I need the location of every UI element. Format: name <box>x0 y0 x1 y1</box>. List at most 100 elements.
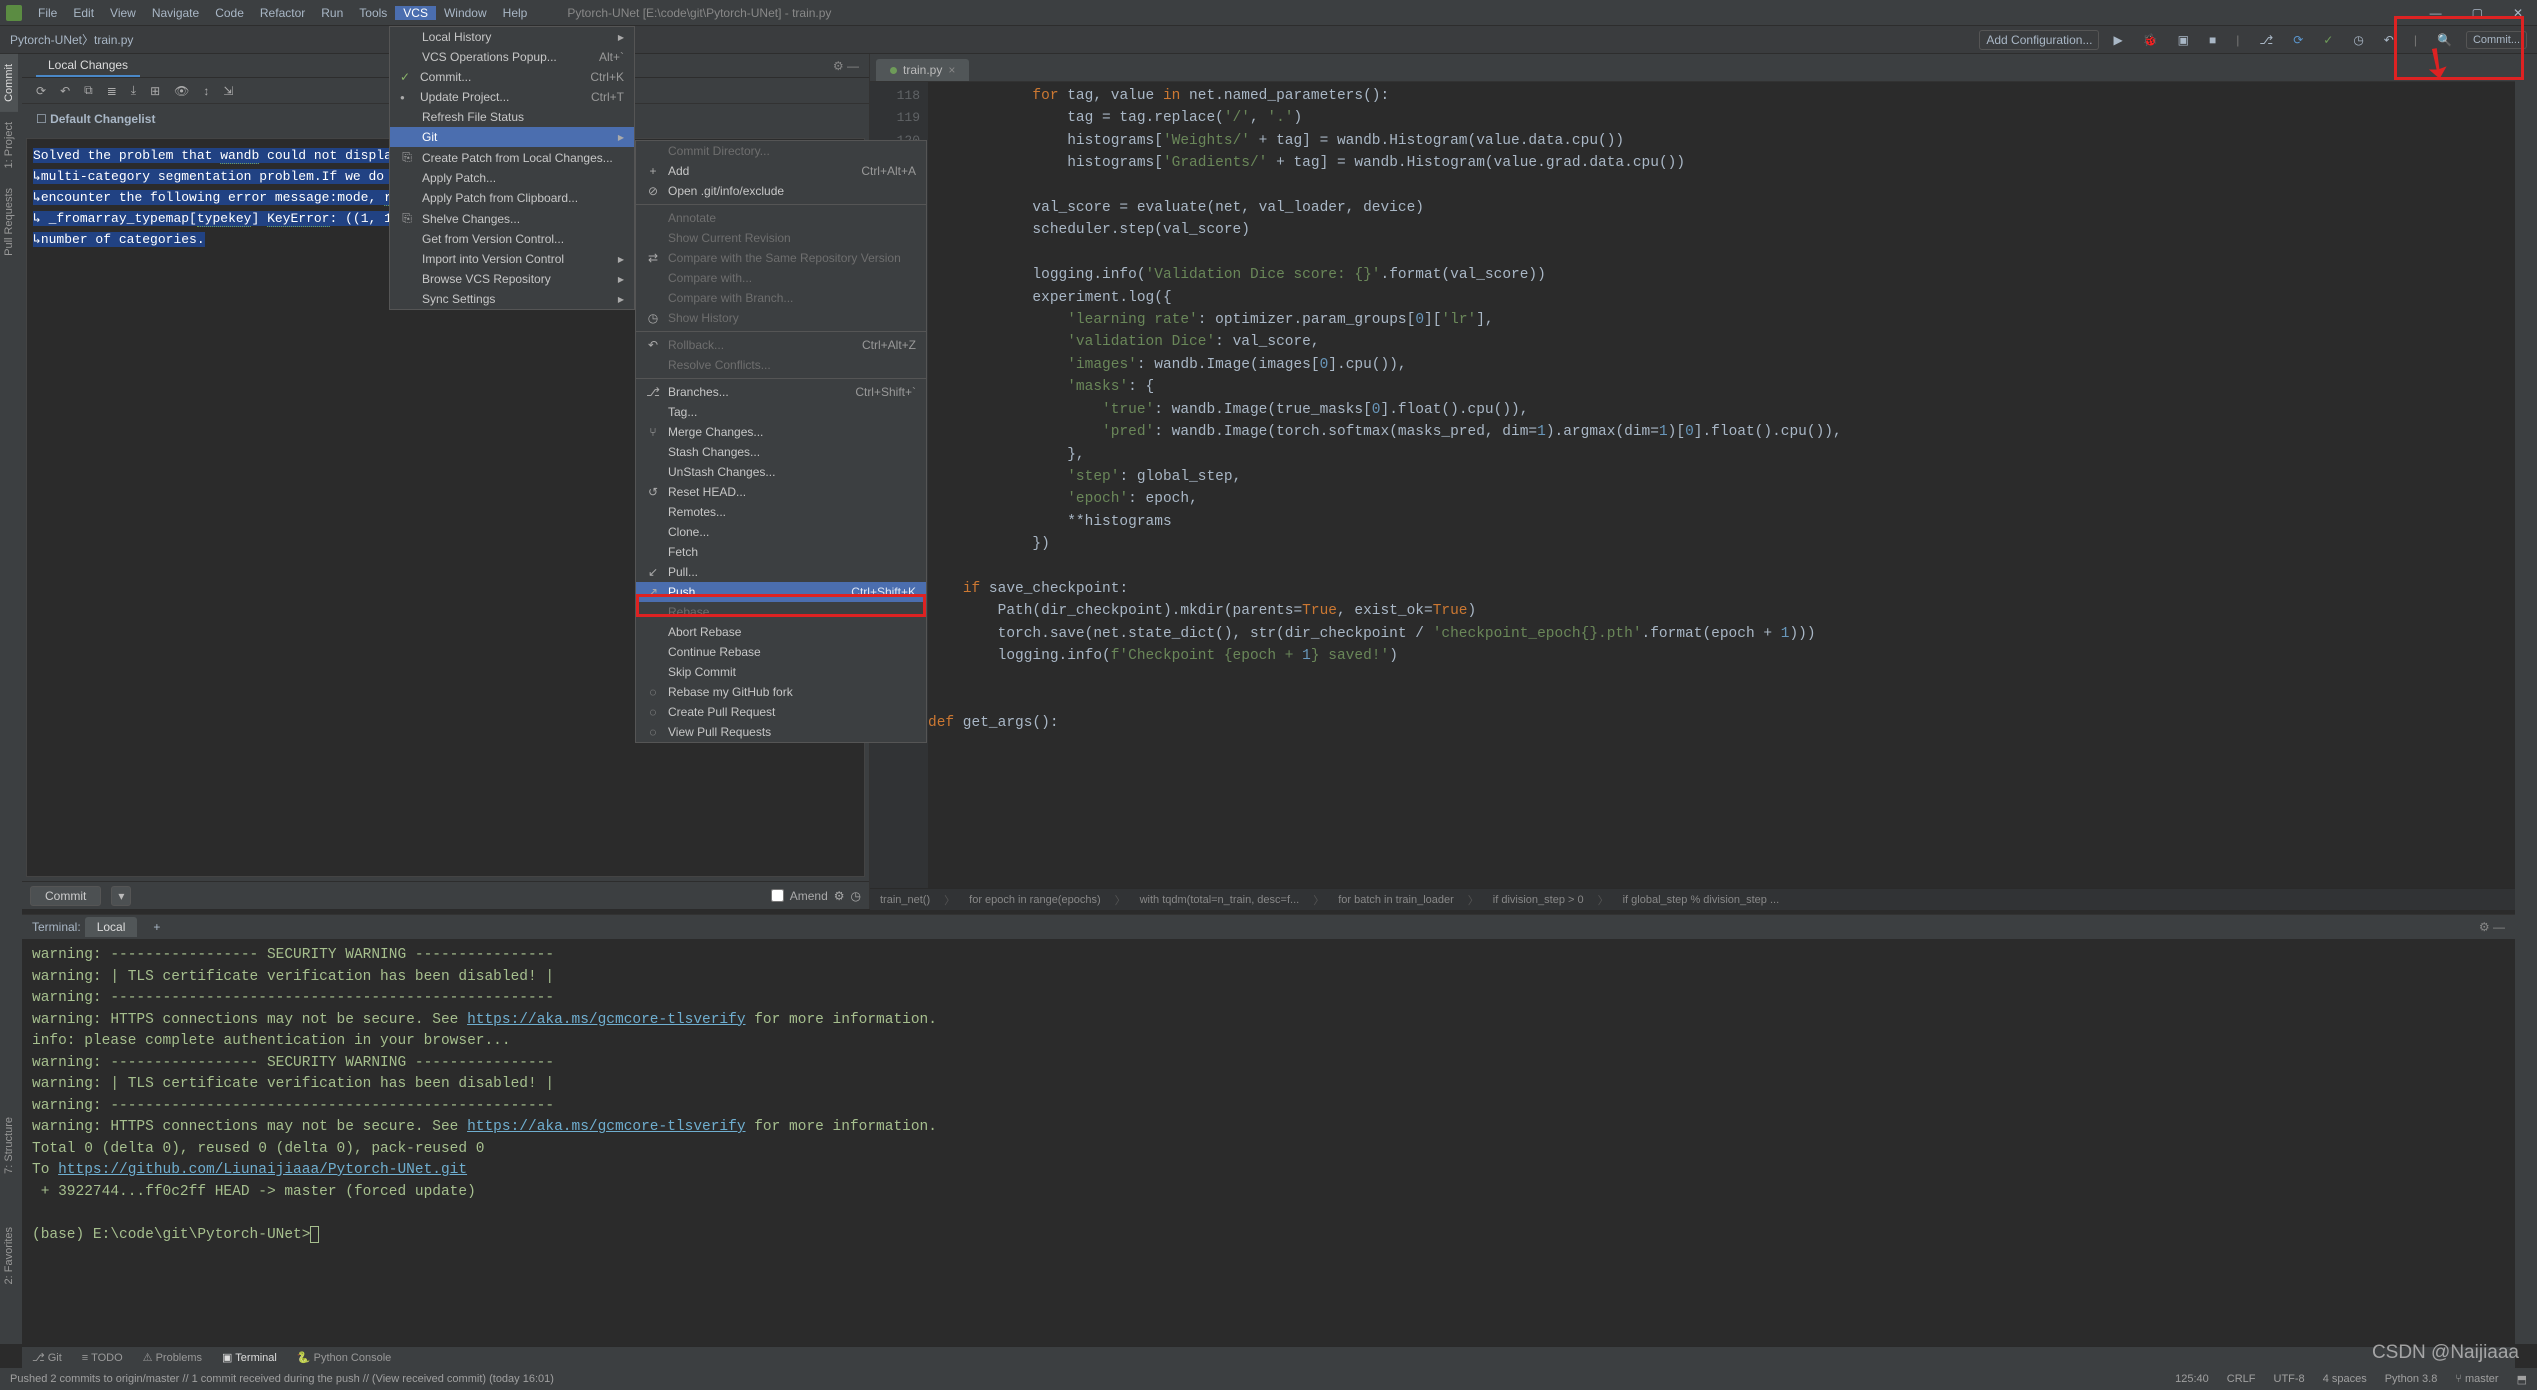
menuitem-add[interactable]: +AddCtrl+Alt+A <box>636 161 926 181</box>
toolwin-todo[interactable]: ≡ TODO <box>82 1352 123 1364</box>
terminal-gear-icon[interactable]: ⚙ — <box>2479 920 2515 934</box>
terminal-tab-add[interactable]: + <box>141 917 172 937</box>
commit-icon[interactable]: ✓ <box>2317 31 2339 49</box>
amend-checkbox[interactable] <box>771 889 784 902</box>
menuitem-git[interactable]: Git <box>390 127 634 147</box>
history-small-icon[interactable]: ◷ <box>851 889 861 903</box>
menuitem-tag[interactable]: Tag... <box>636 402 926 422</box>
menuitem-refresh-file-status[interactable]: Refresh File Status <box>390 107 634 127</box>
menuitem-stash-changes[interactable]: Stash Changes... <box>636 442 926 462</box>
diff-icon[interactable]: ⧉ <box>84 83 93 98</box>
minimize-icon[interactable]: — <box>2422 6 2450 20</box>
run-icon[interactable]: ▶ <box>2107 31 2128 49</box>
stop-icon[interactable]: ■ <box>2203 31 2222 49</box>
status-branch[interactable]: ⑂ master <box>2455 1373 2498 1386</box>
menu-view[interactable]: View <box>102 6 144 20</box>
status-interpreter[interactable]: Python 3.8 <box>2385 1373 2438 1386</box>
toolwin-git[interactable]: ⎇ Git <box>32 1351 62 1364</box>
toolwin-commit[interactable]: Commit <box>0 54 18 112</box>
code-area[interactable]: for tag, value in net.named_parameters()… <box>928 82 2515 888</box>
git-branch-icon[interactable]: ⎇ <box>2253 31 2279 49</box>
menuitem-apply-patch-from-clipboard[interactable]: Apply Patch from Clipboard... <box>390 188 634 208</box>
menu-file[interactable]: File <box>30 6 65 20</box>
breadcrumb-project[interactable]: Pytorch-UNet <box>10 33 82 47</box>
toolwin-project[interactable]: 1: Project <box>0 112 18 178</box>
debug-icon[interactable]: 🐞 <box>2137 31 2164 49</box>
commit-tab-gear-icon[interactable]: ⚙ — <box>833 59 869 73</box>
eye-icon[interactable]: 👁 <box>174 84 189 98</box>
breadcrumb-item[interactable]: if division_step > 0 <box>1493 894 1584 906</box>
gear-icon[interactable]: ⚙ <box>834 889 845 903</box>
status-encoding[interactable]: UTF-8 <box>2274 1373 2305 1386</box>
menuitem-continue-rebase[interactable]: Continue Rebase <box>636 642 926 662</box>
menuitem-reset-head[interactable]: ↺Reset HEAD... <box>636 482 926 502</box>
menu-window[interactable]: Window <box>436 6 495 20</box>
rollback-icon[interactable]: ↶ <box>60 84 70 98</box>
menu-edit[interactable]: Edit <box>65 6 102 20</box>
search-icon[interactable]: 🔍 <box>2431 31 2458 49</box>
breadcrumb-item[interactable]: with tqdm(total=n_train, desc=f... <box>1140 894 1300 906</box>
menu-tools[interactable]: Tools <box>351 6 395 20</box>
menuitem-view-pull-requests[interactable]: ◌View Pull Requests <box>636 722 926 742</box>
close-icon[interactable]: ✕ <box>2505 6 2531 20</box>
toolwin-favorites[interactable]: 2: Favorites <box>0 1217 18 1294</box>
menuitem-open-git-info-exclude[interactable]: ⊘Open .git/info/exclude <box>636 181 926 201</box>
status-lock-icon[interactable]: ⬒ <box>2517 1373 2527 1386</box>
menu-help[interactable]: Help <box>495 6 536 20</box>
menuitem-vcs-operations-popup[interactable]: VCS Operations Popup...Alt+` <box>390 47 634 67</box>
history-icon[interactable]: ◷ <box>2347 31 2369 49</box>
shelve-icon[interactable]: ⤓ <box>131 83 136 98</box>
menuitem-import-into-version-control[interactable]: Import into Version Control <box>390 249 634 269</box>
group-icon[interactable]: ⊞ <box>150 84 160 98</box>
menuitem-merge-changes[interactable]: ⑂Merge Changes... <box>636 422 926 442</box>
breadcrumb-item[interactable]: for epoch in range(epochs) <box>969 894 1100 906</box>
menuitem-create-patch-from-local-changes[interactable]: ⎘Create Patch from Local Changes... <box>390 147 634 168</box>
expand-icon[interactable]: ↕ <box>203 84 209 98</box>
menuitem-browse-vcs-repository[interactable]: Browse VCS Repository <box>390 269 634 289</box>
menuitem-apply-patch[interactable]: Apply Patch... <box>390 168 634 188</box>
changelist-icon[interactable]: ≣ <box>107 84 117 98</box>
update-icon[interactable]: ⟳ <box>2287 31 2309 49</box>
toolwin-terminal[interactable]: ▣ Terminal <box>222 1351 277 1364</box>
run-cov-icon[interactable]: ▣ <box>2172 31 2195 49</box>
menuitem-push[interactable]: ↗Push...Ctrl+Shift+K <box>636 582 926 602</box>
breadcrumb-item[interactable]: if global_step % division_step ... <box>1623 894 1780 906</box>
menuitem-shelve-changes[interactable]: ⎘Shelve Changes... <box>390 208 634 229</box>
menuitem-create-pull-request[interactable]: ◌Create Pull Request <box>636 702 926 722</box>
breadcrumb-file[interactable]: train.py <box>94 33 133 47</box>
collapse-icon[interactable]: ⇲ <box>223 84 233 98</box>
toolwin-structure[interactable]: 7: Structure <box>0 1107 18 1184</box>
menu-run[interactable]: Run <box>313 6 351 20</box>
menu-refactor[interactable]: Refactor <box>252 6 313 20</box>
menuitem-abort-rebase[interactable]: Abort Rebase <box>636 622 926 642</box>
menu-navigate[interactable]: Navigate <box>144 6 207 20</box>
breadcrumb-item[interactable]: for batch in train_loader <box>1338 894 1454 906</box>
commit-button[interactable]: Commit <box>30 886 101 906</box>
refresh-icon[interactable]: ⟳ <box>36 84 46 98</box>
menu-code[interactable]: Code <box>207 6 252 20</box>
menuitem-sync-settings[interactable]: Sync Settings <box>390 289 634 309</box>
editor-tab-trainpy[interactable]: train.py× <box>876 59 969 81</box>
commit-tab-local-changes[interactable]: Local Changes <box>36 55 140 77</box>
toolwin-problems[interactable]: ⚠ Problems <box>143 1351 202 1364</box>
menuitem-pull[interactable]: ↙Pull... <box>636 562 926 582</box>
revert-icon[interactable]: ↶ <box>2378 31 2400 49</box>
terminal-tab-local[interactable]: Local <box>85 917 138 937</box>
menuitem-branches[interactable]: ⎇Branches...Ctrl+Shift+` <box>636 382 926 402</box>
menuitem-clone[interactable]: Clone... <box>636 522 926 542</box>
status-line-sep[interactable]: CRLF <box>2227 1373 2256 1386</box>
close-tab-icon[interactable]: × <box>948 63 955 77</box>
menuitem-unstash-changes[interactable]: UnStash Changes... <box>636 462 926 482</box>
menu-vcs[interactable]: VCS <box>395 6 436 20</box>
menuitem-skip-commit[interactable]: Skip Commit <box>636 662 926 682</box>
breadcrumb-item[interactable]: train_net() <box>880 894 930 906</box>
menuitem-update-project[interactable]: Update Project...Ctrl+T <box>390 87 634 107</box>
commit-dropdown-icon[interactable]: ▾ <box>111 886 131 906</box>
status-indent[interactable]: 4 spaces <box>2323 1373 2367 1386</box>
menuitem-get-from-version-control[interactable]: Get from Version Control... <box>390 229 634 249</box>
toolwin-pull-requests[interactable]: Pull Requests <box>0 178 18 266</box>
terminal-body[interactable]: warning: ----------------- SECURITY WARN… <box>22 939 2515 1346</box>
menuitem-remotes[interactable]: Remotes... <box>636 502 926 522</box>
menuitem-fetch[interactable]: Fetch <box>636 542 926 562</box>
add-configuration-button[interactable]: Add Configuration... <box>1979 30 2099 50</box>
